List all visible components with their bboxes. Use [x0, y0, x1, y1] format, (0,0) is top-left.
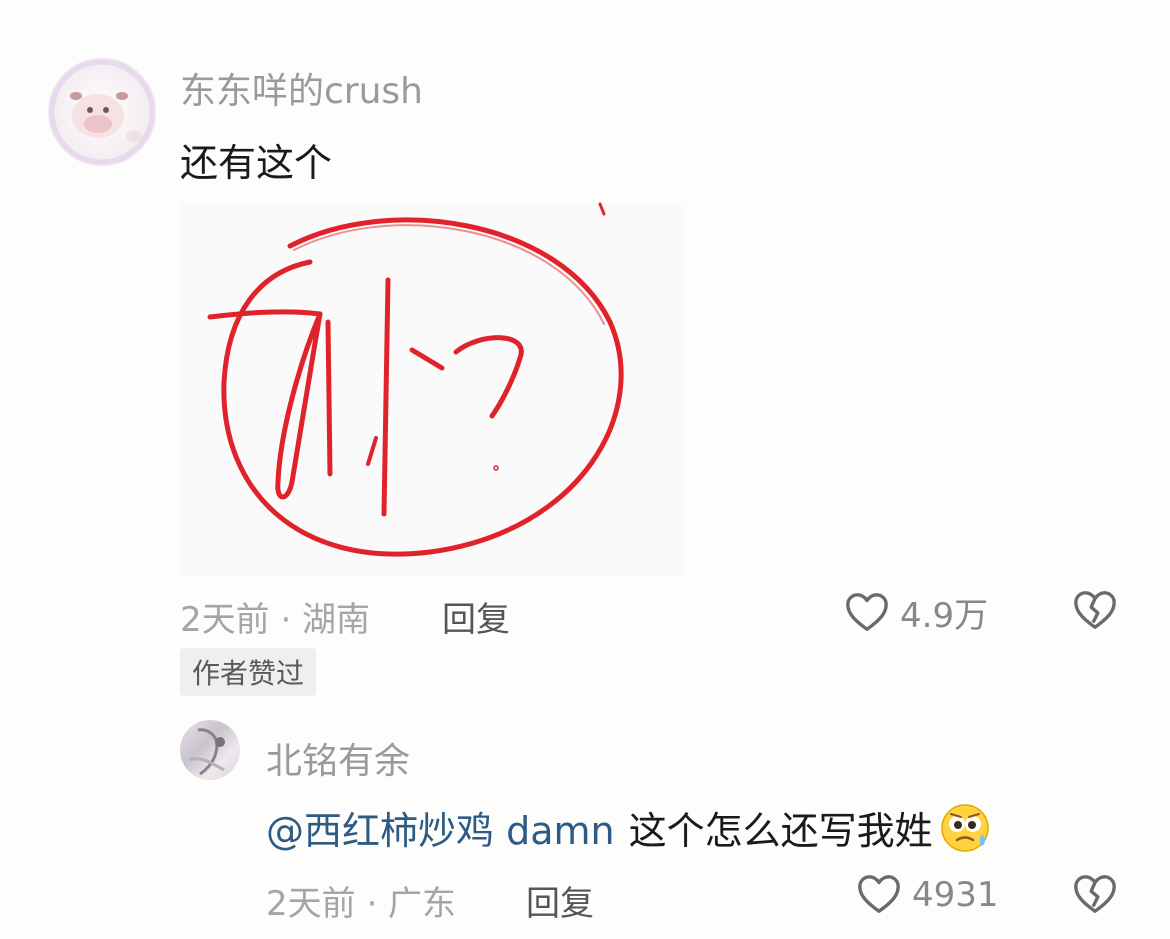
profile-photo-icon — [189, 728, 225, 776]
like-button[interactable]: 4931 — [856, 872, 999, 918]
reply-button[interactable]: 回复 — [442, 592, 510, 641]
cow-avatar-icon — [49, 59, 155, 165]
author-liked-badge: 作者赞过 — [180, 648, 317, 696]
reply-meta: 2天前 · 广东 — [266, 884, 457, 924]
reply-username[interactable]: 北铭有余 — [266, 732, 410, 784]
like-count: 4.9万 — [900, 596, 989, 636]
dislike-button[interactable] — [1072, 588, 1118, 634]
comment-meta: 2天前 · 湖南 — [180, 600, 371, 640]
avatar[interactable] — [48, 58, 156, 166]
comment-image[interactable] — [180, 202, 686, 576]
reply-button[interactable]: 回复 — [526, 876, 594, 925]
comment-thread: 东东咩的crush 还有这个 2天前 · 湖南 回复 4.9万 作者赞过 北铭有… — [0, 0, 1170, 939]
reply-body: 这个怎么还写我姓 — [628, 809, 933, 853]
signature-drawing-icon — [207, 202, 624, 557]
avatar[interactable] — [180, 720, 240, 780]
dislike-button[interactable] — [1072, 872, 1118, 918]
anxious-face-icon — [940, 803, 989, 852]
like-count: 4931 — [912, 875, 999, 915]
mention-link[interactable]: @西红柿炒鸡 damn — [266, 800, 615, 855]
broken-heart-icon — [1074, 875, 1116, 913]
comment-text: 还有这个 — [180, 141, 333, 185]
heart-icon — [846, 592, 888, 631]
broken-heart-icon — [1074, 591, 1116, 629]
heart-icon — [858, 875, 900, 913]
username[interactable]: 东东咩的crush — [180, 62, 423, 114]
reply-text: @西红柿炒鸡 damn 这个怎么还写我姓 — [266, 800, 991, 855]
like-button[interactable]: 4.9万 — [844, 588, 988, 637]
